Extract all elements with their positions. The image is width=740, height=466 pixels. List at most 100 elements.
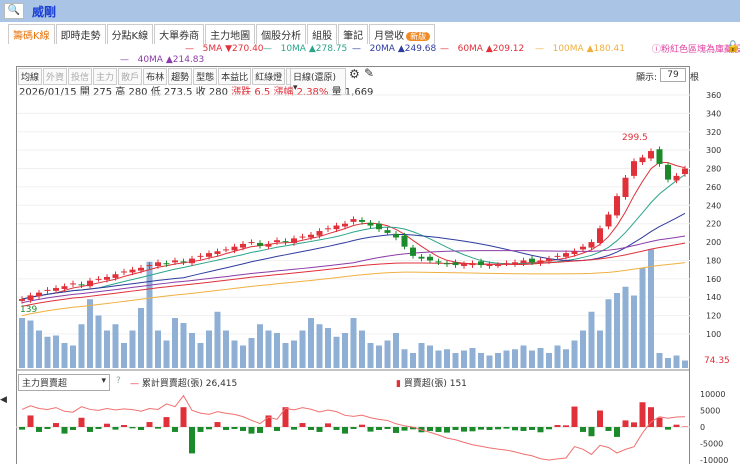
candle-body xyxy=(665,164,671,180)
volume-bar xyxy=(427,345,433,368)
candle-body xyxy=(656,149,663,164)
ind-y-tick: -10000 xyxy=(700,456,728,465)
volume-bar xyxy=(325,328,331,368)
volume-bar xyxy=(665,358,671,368)
net-buy-bar xyxy=(631,422,637,427)
collapse-left-icon[interactable]: ◀ xyxy=(0,395,7,405)
volume-bar xyxy=(163,340,170,368)
net-buy-bar xyxy=(87,427,93,432)
candle-body xyxy=(546,258,552,262)
net-buy-bar xyxy=(308,427,314,430)
candle-body xyxy=(503,263,510,265)
net-buy-bar xyxy=(546,427,552,430)
y-tick-label: 360 xyxy=(706,91,721,100)
net-buy-bar xyxy=(104,423,110,427)
candle-body xyxy=(308,234,314,238)
net-buy-bar xyxy=(401,427,408,431)
candle-body xyxy=(486,264,493,266)
candle-body xyxy=(189,258,195,264)
net-buy-bar xyxy=(325,423,331,427)
candle-body xyxy=(155,262,161,266)
net-buy-bar xyxy=(571,406,578,427)
candle-body xyxy=(197,255,204,257)
volume-bar xyxy=(78,324,85,368)
net-buy-bar xyxy=(274,427,280,431)
net-buy-bar xyxy=(461,427,467,432)
net-buy-bar xyxy=(27,415,34,427)
volume-bar xyxy=(495,353,501,368)
y-tick-label: 320 xyxy=(706,128,721,137)
net-buy-bar xyxy=(78,417,85,427)
candle-body xyxy=(274,240,280,243)
volume-bar xyxy=(682,360,688,368)
candle-body xyxy=(342,223,348,227)
candle-body xyxy=(461,264,467,266)
candle-body xyxy=(180,261,187,263)
volume-scale-label: 74.35 xyxy=(704,356,730,366)
indicator-select-value: 主力買賣超 xyxy=(22,379,68,389)
candle-body xyxy=(495,265,501,267)
net-buy-bar xyxy=(206,427,212,430)
candle-body xyxy=(580,246,586,250)
volume-bar xyxy=(418,343,425,368)
volume-bar xyxy=(27,320,34,368)
candle-body xyxy=(104,277,110,280)
volume-bar xyxy=(316,324,323,368)
candle-body xyxy=(172,260,178,263)
volume-bar xyxy=(546,353,552,368)
net-buy-bar xyxy=(537,427,544,433)
volume-bar xyxy=(503,350,510,368)
volume-bar xyxy=(444,349,450,368)
candle-body xyxy=(597,228,603,243)
net-buy-bar xyxy=(138,427,144,430)
volume-bar xyxy=(393,333,399,368)
candle-body xyxy=(571,251,578,255)
volume-bar xyxy=(571,340,578,368)
candle-body xyxy=(27,295,34,300)
candle-body xyxy=(444,263,450,265)
net-buy-bar xyxy=(359,424,365,427)
candle-body xyxy=(359,220,365,222)
volume-bar xyxy=(529,350,535,368)
indicator-select[interactable]: 主力買賣超 ▾ xyxy=(18,374,110,391)
candle-body xyxy=(588,242,595,248)
help-icon[interactable]: ? xyxy=(116,376,121,386)
volume-bar xyxy=(172,318,178,368)
y-tick-label: 280 xyxy=(706,165,721,174)
candle-body xyxy=(469,263,476,266)
candle-body xyxy=(138,267,144,271)
net-buy-bar xyxy=(223,427,229,430)
ma20-line xyxy=(21,212,686,300)
net-buy-bar xyxy=(61,427,68,434)
net-buy-bar xyxy=(520,427,527,431)
volume-bar xyxy=(673,355,680,368)
candle-body xyxy=(248,242,255,244)
y-tick-label: 120 xyxy=(706,312,721,321)
y-tick-label: 140 xyxy=(706,293,721,302)
net-buy-bar xyxy=(299,423,306,427)
volume-bar xyxy=(265,330,272,368)
net-buy-bar xyxy=(70,427,76,430)
candle-body xyxy=(376,223,382,230)
net-buy-bar xyxy=(469,427,476,432)
volume-bar xyxy=(597,330,603,368)
candle-body xyxy=(350,219,357,222)
y-tick-label: 260 xyxy=(706,183,721,192)
net-buy-bar xyxy=(529,427,535,430)
volume-bar xyxy=(206,330,212,368)
ind-y-tick: 10000 xyxy=(700,390,725,399)
candle-body xyxy=(53,288,59,291)
candle-body xyxy=(19,299,25,301)
candle-body xyxy=(129,269,136,273)
y-tick-label: 200 xyxy=(706,238,721,247)
net-buy-bar xyxy=(129,427,136,429)
net-buy-bar xyxy=(512,427,518,431)
net-buy-bar xyxy=(622,420,629,427)
net-buy-bar xyxy=(291,427,297,430)
candle-body xyxy=(622,177,629,198)
y-tick-label: 100 xyxy=(706,330,721,339)
net-buy-bar xyxy=(427,427,433,431)
volume-bar xyxy=(350,318,357,368)
candle-body xyxy=(291,238,297,243)
volume-bar xyxy=(563,349,569,368)
